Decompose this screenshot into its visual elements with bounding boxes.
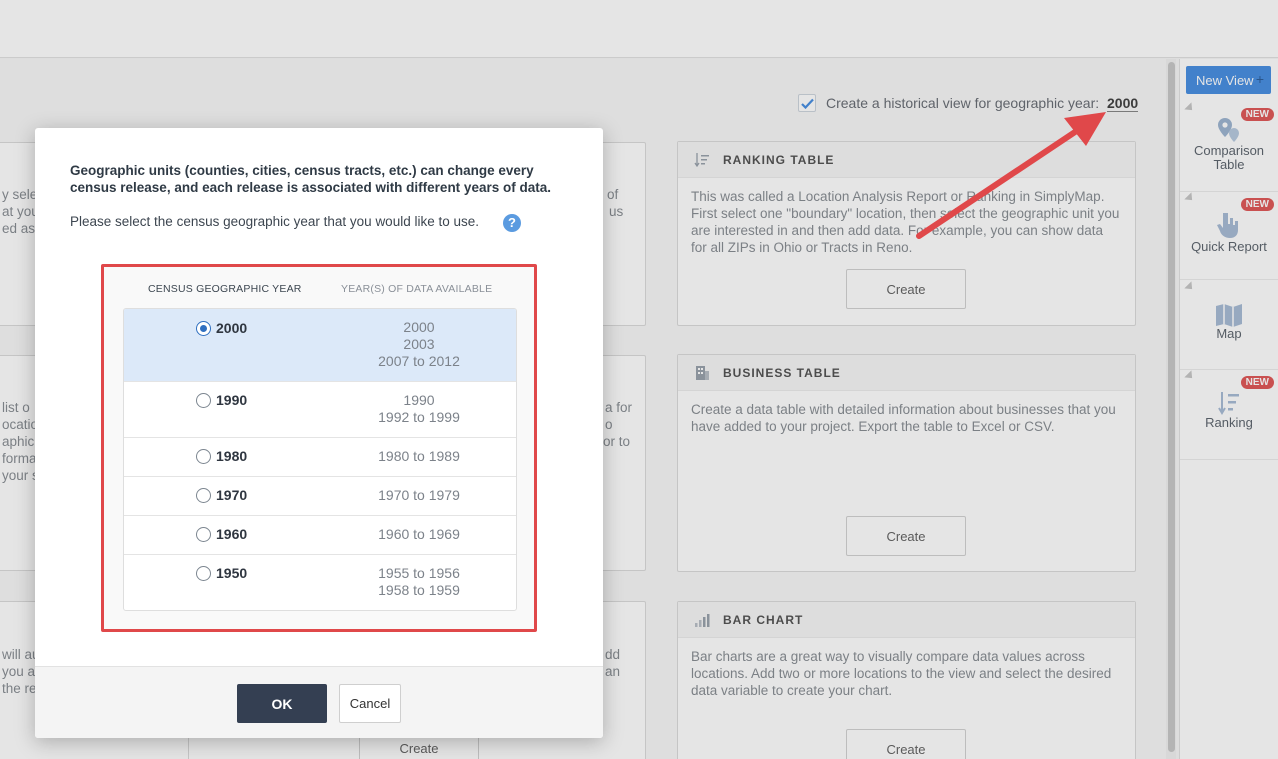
year-label: 1990 [216, 392, 248, 408]
census-year-dialog: Geographic units (counties, cities, cens… [35, 128, 603, 738]
column-header-data: YEAR(S) OF DATA AVAILABLE [341, 283, 493, 295]
data-year: 1980 to 1989 [378, 448, 460, 464]
data-years: 1970 to 1979 [334, 487, 504, 504]
data-year: 1992 to 1999 [378, 409, 460, 425]
year-row-2000[interactable]: 2000 2000 2003 2007 to 2012 [124, 309, 516, 382]
data-year: 1955 to 1956 [378, 565, 460, 581]
dialog-footer: OK Cancel [35, 666, 603, 738]
data-years: 1990 1992 to 1999 [334, 392, 504, 426]
data-years: 1960 to 1969 [334, 526, 504, 543]
year-label: 1980 [216, 448, 248, 464]
data-year: 1958 to 1959 [378, 582, 460, 598]
year-label: 1970 [216, 487, 248, 503]
radio-button[interactable] [196, 566, 211, 581]
cancel-button[interactable]: Cancel [339, 684, 401, 723]
year-row-1950[interactable]: 1950 1955 to 1956 1958 to 1959 [124, 555, 516, 610]
data-year: 1990 [403, 392, 435, 408]
data-year: 2007 to 2012 [378, 353, 460, 369]
year-selection-panel: CENSUS GEOGRAPHIC YEAR YEAR(S) OF DATA A… [101, 264, 537, 632]
data-year: 1970 to 1979 [378, 487, 460, 503]
data-year: 2003 [403, 336, 435, 352]
year-label: 1960 [216, 526, 248, 542]
year-row-1960[interactable]: 1960 1960 to 1969 [124, 516, 516, 555]
year-label: 1950 [216, 565, 248, 581]
radio-button[interactable] [196, 321, 211, 336]
column-header-year: CENSUS GEOGRAPHIC YEAR [148, 283, 302, 295]
year-label: 2000 [216, 320, 248, 336]
year-list: 2000 2000 2003 2007 to 2012 1990 1990 19… [123, 308, 517, 611]
data-years: 2000 2003 2007 to 2012 [334, 319, 504, 370]
data-year: 1960 to 1969 [378, 526, 460, 542]
radio-button[interactable] [196, 527, 211, 542]
help-icon[interactable]: ? [503, 214, 521, 232]
data-years: 1955 to 1956 1958 to 1959 [334, 565, 504, 599]
dialog-intro-text: Geographic units (counties, cities, cens… [70, 163, 551, 195]
year-row-1990[interactable]: 1990 1990 1992 to 1999 [124, 382, 516, 438]
ok-button[interactable]: OK [237, 684, 327, 723]
data-year: 2000 [403, 319, 435, 335]
year-row-1980[interactable]: 1980 1980 to 1989 [124, 438, 516, 477]
data-years: 1980 to 1989 [334, 448, 504, 465]
year-row-1970[interactable]: 1970 1970 to 1979 [124, 477, 516, 516]
radio-button[interactable] [196, 393, 211, 408]
dialog-prompt-text: Please select the census geographic year… [70, 214, 479, 229]
radio-button[interactable] [196, 488, 211, 503]
radio-button[interactable] [196, 449, 211, 464]
